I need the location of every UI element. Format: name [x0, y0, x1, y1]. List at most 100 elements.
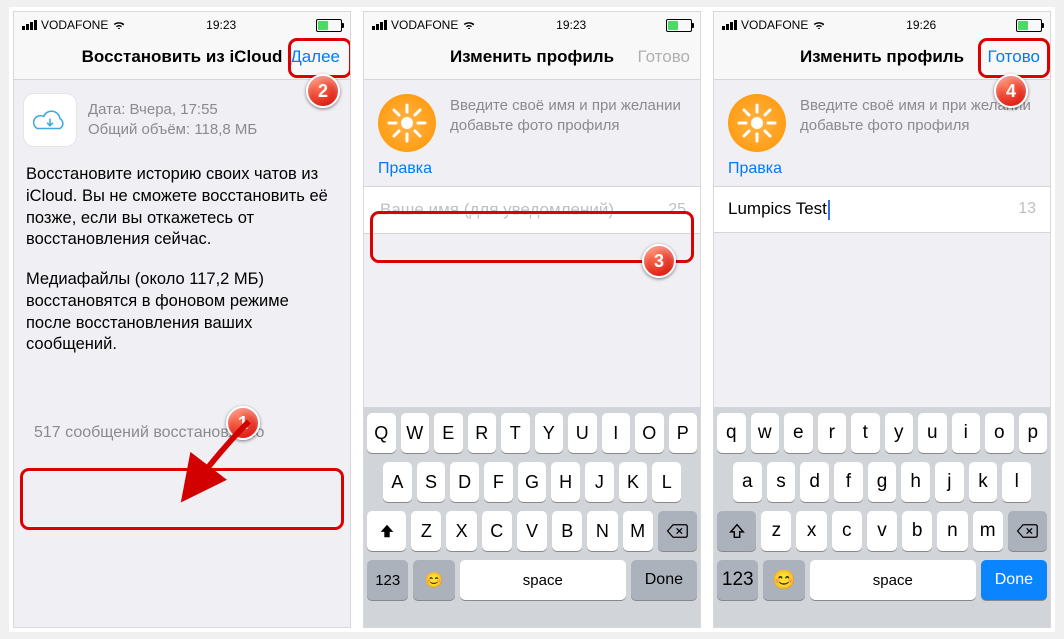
name-field-row[interactable]: Lumpics Test 13	[714, 186, 1050, 233]
key[interactable]: V	[517, 511, 547, 551]
key[interactable]: L	[652, 462, 681, 502]
avatar[interactable]	[728, 94, 786, 152]
key[interactable]: E	[434, 413, 463, 453]
key[interactable]: G	[518, 462, 547, 502]
key[interactable]: c	[832, 511, 862, 551]
key[interactable]: k	[969, 462, 998, 502]
key[interactable]: v	[867, 511, 897, 551]
key[interactable]: m	[973, 511, 1003, 551]
carrier-label: VODAFONE	[391, 18, 458, 32]
restore-desc-2: Медиафайлы (около 117,2 МБ) восстановятс…	[26, 269, 338, 356]
numbers-key[interactable]: 123	[367, 560, 408, 600]
key[interactable]: d	[800, 462, 829, 502]
char-count: 13	[1018, 200, 1036, 218]
key[interactable]: W	[401, 413, 430, 453]
key[interactable]: y	[885, 413, 914, 453]
backspace-key[interactable]	[658, 511, 697, 551]
key[interactable]: n	[937, 511, 967, 551]
name-field-row[interactable]: 25	[364, 186, 700, 234]
key[interactable]: g	[868, 462, 897, 502]
key[interactable]: Q	[367, 413, 396, 453]
key[interactable]: f	[834, 462, 863, 502]
key[interactable]: A	[383, 462, 412, 502]
key[interactable]: M	[623, 511, 653, 551]
key[interactable]: F	[484, 462, 513, 502]
key[interactable]: q	[717, 413, 746, 453]
status-bar: VODAFONE 19:23	[14, 12, 350, 35]
key[interactable]: i	[952, 413, 981, 453]
next-button[interactable]: Далее	[290, 35, 340, 79]
key[interactable]: J	[585, 462, 614, 502]
key[interactable]: j	[935, 462, 964, 502]
char-count: 25	[668, 201, 686, 219]
avatar[interactable]	[378, 94, 436, 152]
screen-profile-filled: VODAFONE 19:26 Изменить профиль Готово В…	[713, 11, 1051, 628]
restored-count: 517 сообщений восстановлено	[22, 408, 342, 458]
profile-hint: Введите своё имя и при желании добавьте …	[800, 94, 1036, 152]
marker-3: 3	[642, 244, 676, 278]
edit-photo-link[interactable]: Правка	[378, 160, 686, 178]
backspace-key[interactable]	[1008, 511, 1047, 551]
keyboard-row-1: Q W E R T Y U I O P	[367, 413, 697, 453]
clock: 19:26	[906, 18, 936, 32]
space-key[interactable]: space	[460, 560, 626, 600]
keyboard[interactable]: q w e r t y u i o p a s d f g h j k l	[714, 407, 1050, 627]
shift-key[interactable]	[367, 511, 406, 551]
key[interactable]: D	[450, 462, 479, 502]
key[interactable]: S	[417, 462, 446, 502]
key[interactable]: Y	[535, 413, 564, 453]
key[interactable]: H	[551, 462, 580, 502]
keyboard-row-2: A S D F G H J K L	[367, 462, 697, 502]
emoji-key[interactable]: 😊	[413, 560, 454, 600]
highlight-restored	[20, 468, 344, 530]
key[interactable]: N	[587, 511, 617, 551]
key[interactable]: I	[602, 413, 631, 453]
wifi-icon	[812, 18, 826, 32]
key[interactable]: p	[1019, 413, 1048, 453]
key[interactable]: o	[985, 413, 1014, 453]
keyboard-row-4: 123 😊 space Done	[717, 560, 1047, 600]
key[interactable]: C	[482, 511, 512, 551]
key[interactable]: r	[818, 413, 847, 453]
key[interactable]: a	[733, 462, 762, 502]
key[interactable]: X	[446, 511, 476, 551]
backup-date: Дата: Вчера, 17:55	[88, 100, 257, 120]
key[interactable]: l	[1002, 462, 1031, 502]
backup-size: Общий объём: 118,8 МБ	[88, 120, 257, 140]
edit-photo-link[interactable]: Правка	[728, 160, 1036, 178]
key[interactable]: K	[619, 462, 648, 502]
keyboard-row-3: z x c v b n m	[717, 511, 1047, 551]
key[interactable]: T	[501, 413, 530, 453]
keyboard[interactable]: Q W E R T Y U I O P A S D F G H J K L	[364, 407, 700, 627]
done-button[interactable]: Готово	[988, 35, 1041, 79]
key[interactable]: U	[568, 413, 597, 453]
key[interactable]: Z	[411, 511, 441, 551]
key[interactable]: P	[669, 413, 698, 453]
battery-icon	[666, 19, 692, 32]
key[interactable]: b	[902, 511, 932, 551]
shift-key[interactable]	[717, 511, 756, 551]
numbers-key[interactable]: 123	[717, 560, 758, 600]
key[interactable]: h	[901, 462, 930, 502]
key[interactable]: u	[918, 413, 947, 453]
key[interactable]: t	[851, 413, 880, 453]
space-key[interactable]: space	[810, 560, 976, 600]
key[interactable]: s	[767, 462, 796, 502]
nav-bar: Изменить профиль Готово	[714, 35, 1050, 80]
name-input[interactable]: Lumpics Test	[728, 199, 830, 220]
key[interactable]: z	[761, 511, 791, 551]
key[interactable]: R	[468, 413, 497, 453]
done-key[interactable]: Done	[981, 560, 1047, 600]
profile-hint: Введите своё имя и при желании добавьте …	[450, 94, 686, 152]
key[interactable]: w	[751, 413, 780, 453]
key[interactable]: B	[552, 511, 582, 551]
key[interactable]: O	[635, 413, 664, 453]
wifi-icon	[112, 18, 126, 32]
emoji-key[interactable]: 😊	[763, 560, 804, 600]
key[interactable]: x	[796, 511, 826, 551]
done-button[interactable]: Готово	[638, 35, 691, 79]
name-input[interactable]	[378, 199, 660, 221]
done-key[interactable]: Done	[631, 560, 697, 600]
restore-desc-1: Восстановите историю своих чатов из iClo…	[26, 164, 338, 251]
key[interactable]: e	[784, 413, 813, 453]
